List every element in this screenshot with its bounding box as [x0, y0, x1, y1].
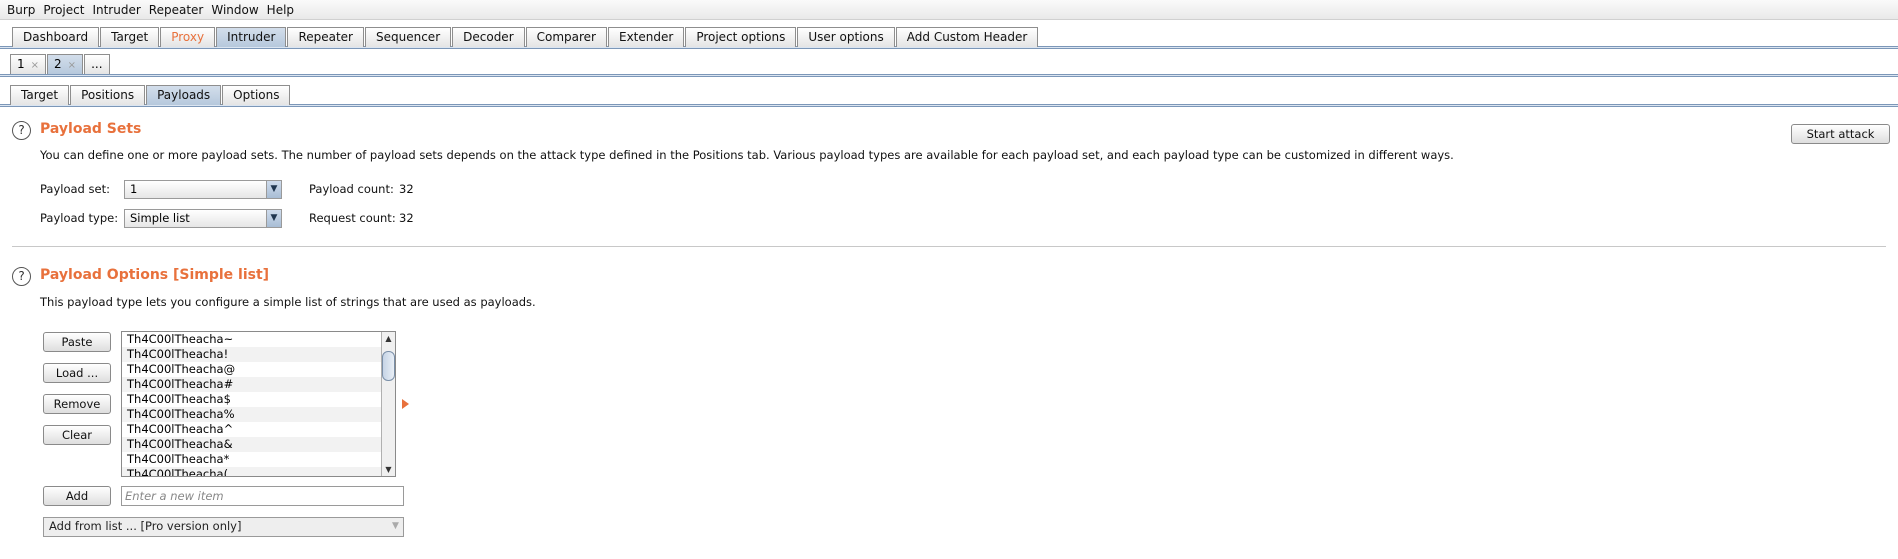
- tab-user-options[interactable]: User options: [797, 27, 895, 47]
- attack-tab-label: 2: [54, 57, 62, 71]
- new-item-input[interactable]: Enter a new item: [121, 486, 404, 506]
- payload-type-label: Payload type:: [40, 211, 119, 225]
- payload-type-value: Simple list: [130, 211, 190, 225]
- menu-burp[interactable]: Burp: [3, 0, 39, 20]
- tab-decoder[interactable]: Decoder: [452, 27, 525, 47]
- attack-tab-label: ...: [91, 57, 103, 71]
- triangle-down-icon: ▼: [266, 210, 281, 227]
- tab-pane-options[interactable]: Options: [222, 85, 291, 105]
- tab-target[interactable]: Target: [100, 27, 160, 47]
- list-item[interactable]: Th4C00lTheacha*: [122, 452, 395, 467]
- payload-type-select[interactable]: Simple list ▼: [124, 209, 282, 228]
- payload-sets-title: Payload Sets: [40, 121, 142, 137]
- payload-options-title: Payload Options [Simple list]: [40, 267, 270, 283]
- attack-tab-2[interactable]: 2 ×: [47, 54, 84, 74]
- tab-extender[interactable]: Extender: [608, 27, 685, 47]
- add-from-list-value: Add from list ... [Pro version only]: [49, 519, 242, 533]
- menu-window[interactable]: Window: [207, 0, 262, 20]
- request-count-label: Request count:: [309, 211, 396, 225]
- add-button[interactable]: Add: [43, 486, 111, 506]
- attack-tab-bar: 1 × 2 × ...: [0, 54, 1898, 74]
- list-item[interactable]: Th4C00lTheacha^: [122, 422, 395, 437]
- close-icon[interactable]: ×: [31, 60, 39, 71]
- payload-count-label: Payload count:: [309, 182, 394, 196]
- list-item[interactable]: Th4C00lTheacha#: [122, 377, 395, 392]
- paste-button[interactable]: Paste: [43, 332, 111, 352]
- request-count-value: 32: [399, 211, 414, 225]
- close-icon[interactable]: ×: [68, 60, 76, 71]
- attack-tab-new[interactable]: ...: [84, 54, 110, 74]
- tab-dashboard[interactable]: Dashboard: [12, 27, 100, 47]
- tab-pane-positions[interactable]: Positions: [70, 85, 146, 105]
- menu-repeater[interactable]: Repeater: [145, 0, 208, 20]
- help-icon[interactable]: ?: [12, 267, 31, 286]
- payload-list-items: Th4C00lTheacha~ Th4C00lTheacha! Th4C00lT…: [122, 332, 395, 476]
- load-button[interactable]: Load ...: [43, 363, 111, 383]
- list-item[interactable]: Th4C00lTheacha~: [122, 332, 395, 347]
- triangle-up-icon[interactable]: ▲: [382, 332, 395, 345]
- main-tab-bar: Dashboard Target Proxy Intruder Repeater…: [0, 25, 1898, 47]
- remove-button[interactable]: Remove: [43, 394, 111, 414]
- payload-count-value: 32: [399, 182, 414, 196]
- payload-list-scrollbar[interactable]: ▲ ▼: [381, 332, 395, 476]
- payload-list[interactable]: Th4C00lTheacha~ Th4C00lTheacha! Th4C00lT…: [121, 331, 396, 477]
- list-item[interactable]: Th4C00lTheacha%: [122, 407, 395, 422]
- tab-sequencer[interactable]: Sequencer: [365, 27, 452, 47]
- triangle-down-icon: ▼: [266, 181, 281, 198]
- help-icon[interactable]: ?: [12, 121, 31, 140]
- tab-intruder[interactable]: Intruder: [216, 27, 287, 47]
- list-item[interactable]: Th4C00lTheacha!: [122, 347, 395, 362]
- tab-proxy[interactable]: Proxy: [160, 27, 216, 47]
- list-item[interactable]: Th4C00lTheacha@: [122, 362, 395, 377]
- payload-options-description: This payload type lets you configure a s…: [40, 295, 536, 309]
- attack-tab-separator: [0, 74, 1898, 77]
- menu-project[interactable]: Project: [39, 0, 88, 20]
- tab-pane-target[interactable]: Target: [10, 85, 70, 105]
- list-item[interactable]: Th4C00lTheacha(: [122, 467, 395, 476]
- add-from-list-select[interactable]: Add from list ... [Pro version only] ▼: [43, 517, 404, 537]
- payload-set-label: Payload set:: [40, 182, 110, 196]
- section-divider: [12, 246, 1886, 247]
- tab-pane-payloads[interactable]: Payloads: [146, 85, 222, 105]
- triangle-right-icon: [402, 399, 409, 409]
- list-item[interactable]: Th4C00lTheacha$: [122, 392, 395, 407]
- triangle-down-icon[interactable]: ▼: [382, 463, 395, 476]
- menu-intruder[interactable]: Intruder: [88, 0, 144, 20]
- tab-project-options[interactable]: Project options: [685, 27, 797, 47]
- menu-bar: Burp Project Intruder Repeater Window He…: [0, 0, 1898, 20]
- payload-sets-description: You can define one or more payload sets.…: [40, 148, 1454, 162]
- tab-comparer[interactable]: Comparer: [525, 27, 607, 47]
- payload-set-select[interactable]: 1 ▼: [124, 180, 282, 199]
- attack-tab-1[interactable]: 1 ×: [10, 54, 47, 74]
- list-item[interactable]: Th4C00lTheacha&: [122, 437, 395, 452]
- tab-add-custom-header[interactable]: Add Custom Header: [895, 27, 1039, 47]
- menu-help[interactable]: Help: [263, 0, 298, 20]
- start-attack-button[interactable]: Start attack: [1791, 124, 1890, 144]
- scroll-thumb[interactable]: [382, 351, 395, 381]
- attack-tab-label: 1: [17, 57, 25, 71]
- intruder-pane-tab-bar: Target Positions Payloads Options: [0, 83, 1898, 105]
- tab-repeater[interactable]: Repeater: [287, 27, 364, 47]
- payload-set-value: 1: [130, 182, 138, 196]
- clear-button[interactable]: Clear: [43, 425, 111, 445]
- triangle-down-icon: ▼: [388, 518, 403, 535]
